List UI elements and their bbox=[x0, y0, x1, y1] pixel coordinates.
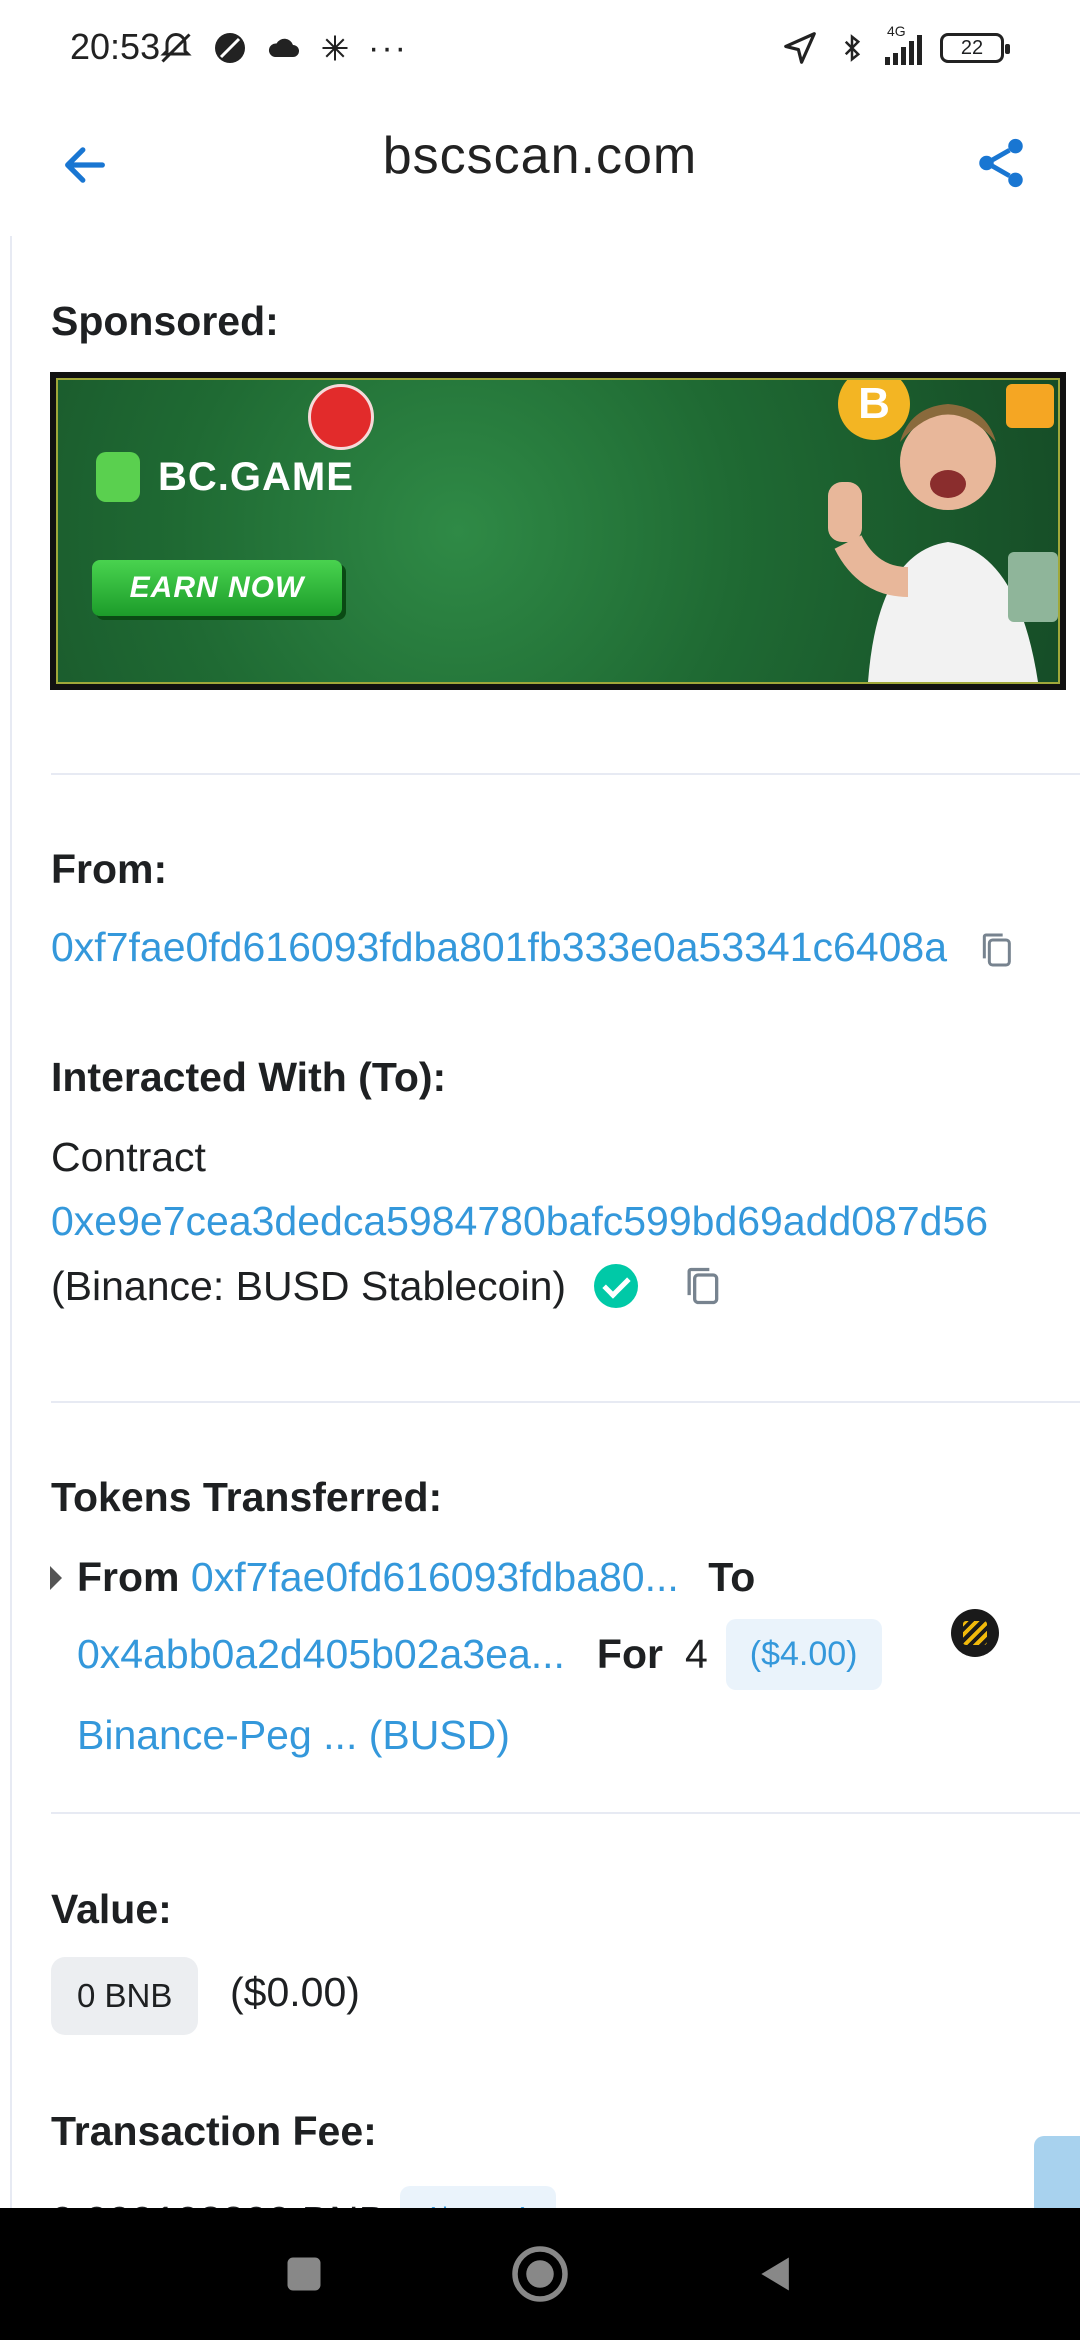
for-word: For bbox=[596, 1630, 663, 1677]
transaction-fee-usd: ($0.03) bbox=[400, 2186, 556, 2208]
location-arrow-icon bbox=[784, 32, 816, 64]
transaction-fee-row: 0.000108300 BNB ($0.03) bbox=[51, 2186, 556, 2208]
status-bar: 20:53 ··· 4G 22 bbox=[0, 0, 1080, 96]
token-to-address-link[interactable]: 0x4abb0a2d405b02a3ea... bbox=[77, 1631, 565, 1678]
bc-game-brand: BC.GAME bbox=[158, 454, 354, 499]
ad-person-image bbox=[828, 404, 1058, 682]
circle-home-icon bbox=[512, 2246, 568, 2302]
status-system-icons: 4G 22 bbox=[781, 23, 1010, 72]
status-time: 20:53 bbox=[70, 26, 161, 67]
square-icon bbox=[287, 2257, 321, 2291]
from-row: 0xf7fae0fd616093fdba801fb333e0a53341c640… bbox=[51, 924, 1016, 972]
triangle-back-icon bbox=[761, 2257, 789, 2291]
copy-icon[interactable] bbox=[976, 928, 1016, 972]
sponsored-banner[interactable]: B BC.GAME EARN NOW bbox=[50, 372, 1066, 690]
sponsored-label: Sponsored: bbox=[51, 298, 279, 344]
caret-right-icon[interactable] bbox=[48, 1566, 64, 1590]
bc-game-logo: BC.GAME bbox=[96, 452, 354, 502]
share-button[interactable] bbox=[966, 128, 1036, 198]
share-icon bbox=[979, 138, 1023, 188]
value-label: Value: bbox=[51, 1886, 172, 1932]
from-word: From bbox=[77, 1554, 180, 1600]
transaction-fee-label: Transaction Fee: bbox=[51, 2108, 377, 2154]
bluetooth-icon bbox=[844, 34, 861, 62]
contract-address-link[interactable]: 0xe9e7cea3dedca5984780bafc599bd69add087d… bbox=[51, 1198, 988, 1244]
section-divider bbox=[51, 773, 1080, 775]
home-button[interactable] bbox=[504, 2238, 576, 2310]
contract-name: (Binance: BUSD Stablecoin) bbox=[51, 1262, 567, 1309]
token-name-row: Binance-Peg ... (BUSD) bbox=[77, 1712, 510, 1759]
bell-off-icon bbox=[160, 32, 192, 63]
earn-now-button[interactable]: EARN NOW bbox=[92, 560, 342, 616]
signal-icon: 4G bbox=[885, 23, 922, 65]
bc-game-mark-icon bbox=[96, 452, 140, 502]
battery-level: 22 bbox=[960, 36, 984, 59]
to-word: To bbox=[708, 1554, 756, 1600]
transaction-fee-amount: 0.000108300 BNB bbox=[51, 2198, 386, 2208]
scroll-to-top-button[interactable] bbox=[1034, 2136, 1080, 2208]
contract-type: Contract bbox=[51, 1134, 206, 1180]
cloud-icon bbox=[268, 38, 299, 57]
system-navigation-bar bbox=[0, 2208, 1080, 2340]
tron-logo-icon bbox=[308, 384, 374, 450]
status-notification-icons: ··· bbox=[158, 26, 408, 70]
token-amount: 4 bbox=[684, 1630, 708, 1677]
value-usd: ($0.00) bbox=[230, 1969, 360, 2015]
copy-icon[interactable] bbox=[680, 1262, 724, 1310]
from-label: From: bbox=[51, 846, 168, 892]
more-notifications-icon: ··· bbox=[368, 28, 408, 67]
tokens-transferred-label: Tokens Transferred: bbox=[51, 1474, 443, 1520]
transaction-details[interactable]: Sponsored: B BC.GAME EARN NOW From: 0xf7… bbox=[0, 236, 1080, 2208]
app-bar: bscscan.com bbox=[0, 96, 1080, 236]
section-divider bbox=[51, 1812, 1080, 1814]
token-usd-value: ($4.00) bbox=[725, 1618, 882, 1690]
token-name-link[interactable]: Binance-Peg ... (BUSD) bbox=[77, 1712, 510, 1758]
contract-address-row: 0xe9e7cea3dedca5984780bafc599bd69add087d… bbox=[51, 1198, 988, 1245]
battery-icon: 22 bbox=[940, 33, 1010, 63]
token-from-address-link[interactable]: 0xf7fae0fd616093fdba80... bbox=[191, 1554, 679, 1600]
verified-check-icon bbox=[594, 1264, 639, 1308]
network-type-label: 4G bbox=[887, 23, 906, 39]
recents-button[interactable] bbox=[268, 2238, 340, 2310]
page-title: bscscan.com bbox=[382, 127, 698, 185]
contract-name-row: (Binance: BUSD Stablecoin) bbox=[51, 1262, 724, 1310]
sparkle-icon bbox=[322, 35, 348, 61]
section-divider bbox=[51, 1401, 1080, 1403]
interacted-with-label: Interacted With (To): bbox=[51, 1054, 447, 1100]
token-transfer-row-1: From 0xf7fae0fd616093fdba80... To bbox=[77, 1554, 755, 1601]
app-notification-icon bbox=[215, 33, 245, 63]
value-bnb-badge: 0 BNB bbox=[51, 1957, 199, 2035]
from-address-link[interactable]: 0xf7fae0fd616093fdba801fb333e0a53341c640… bbox=[51, 924, 947, 970]
token-transfer-row-2: 0x4abb0a2d405b02a3ea... For 4 ($4.00) bbox=[77, 1616, 882, 1692]
busd-token-icon bbox=[951, 1609, 999, 1657]
back-nav-button[interactable] bbox=[740, 2238, 812, 2310]
